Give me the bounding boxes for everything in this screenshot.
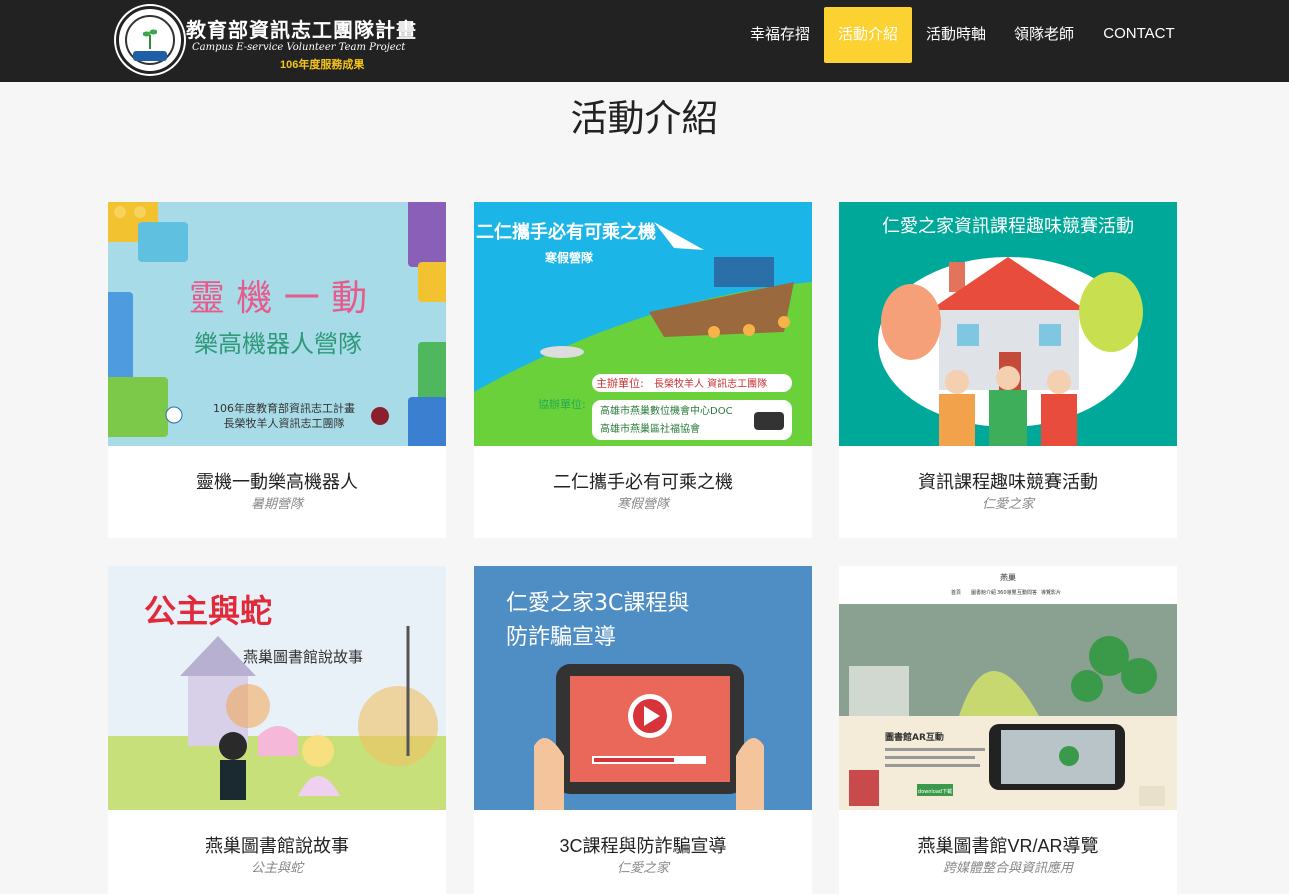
ministry-seal-icon bbox=[116, 6, 184, 74]
card-subtitle: 暑期營隊 bbox=[250, 496, 303, 511]
svg-text:燕巢圖書館說故事: 燕巢圖書館說故事 bbox=[243, 648, 363, 666]
logo-subtitle: Campus E-service Volunteer Team Project bbox=[192, 42, 406, 53]
card-subtitle: 仁愛之家 bbox=[616, 860, 669, 875]
svg-text:樂高機器人營隊: 樂高機器人營隊 bbox=[194, 330, 362, 358]
svg-text:圖書館介紹: 圖書館介紹 bbox=[971, 589, 996, 596]
svg-text:導覽影片: 導覽影片 bbox=[1041, 589, 1061, 596]
card-title[interactable]: 燕巢圖書館VR/AR導覽 bbox=[839, 832, 1177, 858]
nav-item-timeline[interactable]: 活動時軸 bbox=[918, 7, 994, 63]
card-title[interactable]: 3C課程與防詐騙宣導 bbox=[474, 832, 812, 858]
card-title[interactable]: 燕巢圖書館說故事 bbox=[108, 832, 446, 858]
svg-text:download下載: download下載 bbox=[918, 788, 952, 795]
svg-text:360導覽: 360導覽 bbox=[997, 589, 1017, 596]
card-title[interactable]: 二仁攜手必有可乘之機 bbox=[474, 468, 812, 494]
card-image[interactable]: 二仁攜手必有可乘之機 寒假營隊 主辦單位: 長榮牧羊人 資訊志工團隊 協辦單位:… bbox=[474, 202, 812, 446]
section-title: 活動介紹 bbox=[570, 97, 719, 140]
nav-item-happiness-passbook[interactable]: 幸福存摺 bbox=[742, 7, 818, 63]
nav-item-teachers[interactable]: 領隊老師 bbox=[1006, 7, 1082, 63]
nav-item-activities[interactable]: 活動介紹 bbox=[824, 7, 912, 63]
svg-text:二仁攜手必有可乘之機: 二仁攜手必有可乘之機 bbox=[476, 221, 656, 243]
card-image[interactable]: 仁愛之家資訊課程趣味競賽活動 bbox=[839, 202, 1177, 446]
card-image[interactable]: 燕巢 首頁 圖書館介紹 360導覽 互動問答 導覽影片 圖書館AR互動 down… bbox=[839, 566, 1177, 810]
activity-card[interactable]: 靈 機 一 動 樂高機器人營隊 106年度教育部資訊志工計畫 長榮牧羊人資訊志工… bbox=[108, 202, 446, 538]
card-image[interactable]: 靈 機 一 動 樂高機器人營隊 106年度教育部資訊志工計畫 長榮牧羊人資訊志工… bbox=[108, 202, 446, 446]
svg-text:長榮牧羊人資訊志工團隊: 長榮牧羊人資訊志工團隊 bbox=[224, 416, 345, 430]
card-title[interactable]: 靈機一動樂高機器人 bbox=[108, 468, 446, 494]
card-image[interactable]: 公主與蛇 燕巢圖書館說故事 bbox=[108, 566, 446, 810]
activity-card[interactable]: 公主與蛇 燕巢圖書館說故事 燕巢圖書館說故事 公主與蛇 bbox=[108, 566, 446, 894]
svg-text:高雄市燕巢數位機會中心DOC: 高雄市燕巢數位機會中心DOC bbox=[600, 404, 733, 417]
svg-text:仁愛之家3C課程與: 仁愛之家3C課程與 bbox=[506, 591, 689, 616]
card-image[interactable]: 仁愛之家3C課程與 防詐騙宣導 bbox=[474, 566, 812, 810]
activity-card[interactable]: 燕巢 首頁 圖書館介紹 360導覽 互動問答 導覽影片 圖書館AR互動 down… bbox=[839, 566, 1177, 894]
svg-text:主辦單位:: 主辦單位: bbox=[596, 376, 644, 390]
svg-text:首頁: 首頁 bbox=[951, 589, 961, 596]
card-subtitle: 仁愛之家 bbox=[981, 496, 1034, 511]
nav-item-contact[interactable]: CONTACT bbox=[1094, 6, 1184, 62]
svg-text:寒假營隊: 寒假營隊 bbox=[544, 250, 594, 265]
card-subtitle: 跨媒體整合與資訊應用 bbox=[942, 860, 1073, 875]
svg-text:仁愛之家資訊課程趣味競賽活動: 仁愛之家資訊課程趣味競賽活動 bbox=[882, 215, 1134, 237]
svg-text:圖書館AR互動: 圖書館AR互動 bbox=[885, 731, 944, 743]
svg-text:互動問答: 互動問答 bbox=[1017, 589, 1037, 596]
svg-text:106年度教育部資訊志工計畫: 106年度教育部資訊志工計畫 bbox=[213, 401, 355, 415]
svg-text:公主與蛇: 公主與蛇 bbox=[144, 592, 272, 630]
svg-text:長榮牧羊人 資訊志工團隊: 長榮牧羊人 資訊志工團隊 bbox=[654, 377, 767, 390]
logo-year-tag: 106年度服務成果 bbox=[280, 59, 365, 71]
activity-card[interactable]: 二仁攜手必有可乘之機 寒假營隊 主辦單位: 長榮牧羊人 資訊志工團隊 協辦單位:… bbox=[474, 202, 812, 538]
svg-text:燕巢: 燕巢 bbox=[1000, 572, 1016, 582]
card-title[interactable]: 資訊課程趣味競賽活動 bbox=[839, 468, 1177, 494]
svg-text:協辦單位:: 協辦單位: bbox=[538, 397, 586, 411]
activity-card[interactable]: 仁愛之家資訊課程趣味競賽活動 資訊課程趣味競賽活動 仁愛之家 bbox=[839, 202, 1177, 538]
svg-text:高雄市燕巢區社福協會: 高雄市燕巢區社福協會 bbox=[600, 422, 700, 435]
top-navbar: 教育部資訊志工團隊計畫 Campus E-service Volunteer T… bbox=[0, 0, 1289, 82]
svg-text:靈 機 一 動: 靈 機 一 動 bbox=[189, 278, 367, 319]
site-logo[interactable]: 教育部資訊志工團隊計畫 Campus E-service Volunteer T… bbox=[116, 6, 416, 76]
card-subtitle: 公主與蛇 bbox=[250, 860, 303, 875]
svg-text:防詐騙宣導: 防詐騙宣導 bbox=[506, 625, 616, 650]
card-subtitle: 寒假營隊 bbox=[616, 496, 669, 511]
logo-title: 教育部資訊志工團隊計畫 bbox=[186, 18, 417, 42]
activity-card[interactable]: 仁愛之家3C課程與 防詐騙宣導 3C課程與防詐騙宣導 仁愛之家 bbox=[474, 566, 812, 894]
